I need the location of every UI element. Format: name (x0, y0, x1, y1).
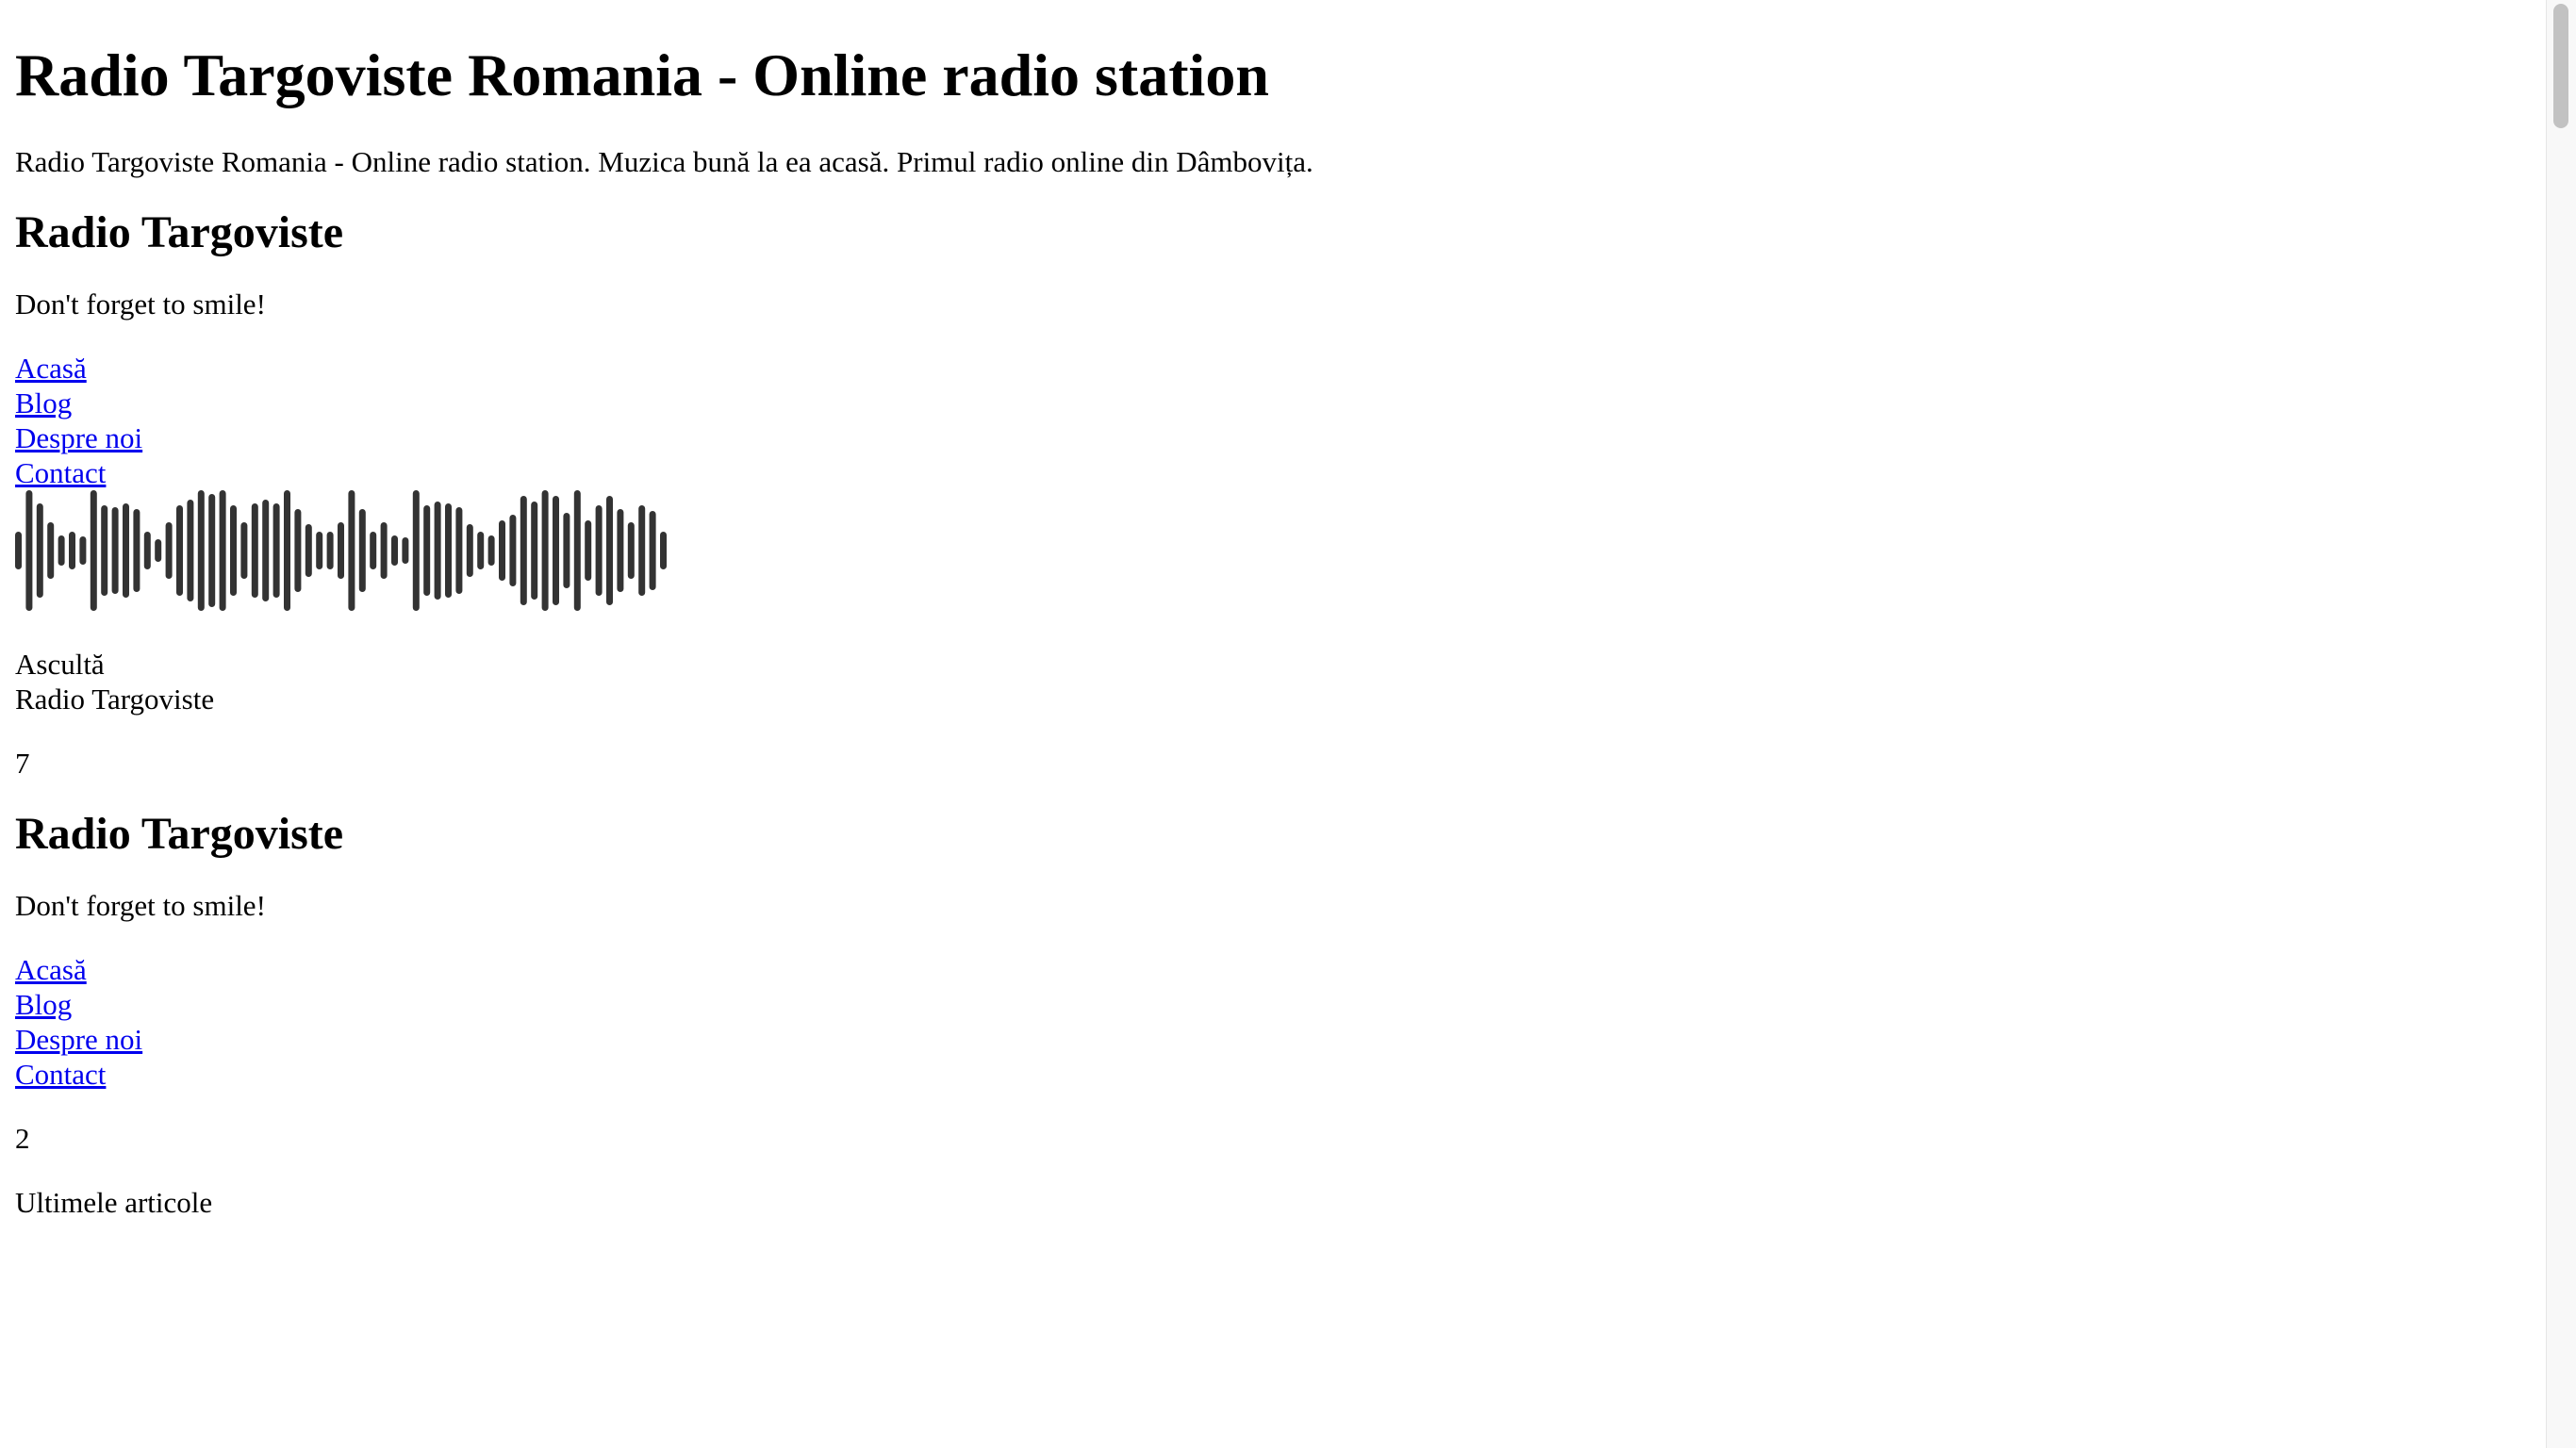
main-nav-1: Acasă Blog Despre noi Contact (15, 351, 2546, 490)
waveform-bar (423, 505, 431, 596)
waveform-bar (585, 520, 592, 581)
waveform-bar (305, 524, 312, 577)
waveform-bar (251, 503, 258, 598)
waveform-bar (284, 490, 290, 611)
listen-label: Ascultă (15, 648, 105, 681)
waveform-bar (262, 500, 270, 601)
latest-articles-label: Ultimele articole (15, 1186, 213, 1219)
waveform-bar (25, 490, 33, 611)
section-heading-1: Radio Targoviste (15, 207, 344, 257)
waveform-bar (553, 496, 559, 605)
site-title: Radio Targoviste Romania - Online radio … (15, 41, 1269, 108)
waveform-bar (348, 490, 355, 611)
waveform-bar (47, 522, 55, 579)
site-description: Radio Targoviste Romania - Online radio … (15, 145, 1313, 178)
waveform-bar (455, 507, 463, 594)
waveform-bar (165, 522, 173, 579)
nav-link-acasa[interactable]: Acasă (15, 952, 2546, 987)
nav-link-blog[interactable]: Blog (15, 386, 2546, 420)
tagline-2: Don't forget to smile! (15, 889, 266, 922)
waveform-bar (499, 520, 505, 581)
waveform-bar (208, 494, 216, 607)
waveform-bar (90, 490, 97, 611)
waveform-bar (58, 535, 65, 566)
waveform-bar (338, 522, 344, 579)
waveform-bar (101, 505, 108, 596)
waveform-bar (617, 509, 624, 592)
waveform-bar (434, 502, 441, 600)
waveform-bar (111, 507, 119, 594)
waveform-bar (595, 505, 603, 596)
waveform-bar (541, 490, 549, 611)
waveform-bar (69, 532, 75, 569)
waveform-bar (445, 503, 452, 598)
waveform-bar (326, 532, 334, 569)
waveform-bar (487, 535, 495, 566)
waveform-bar (358, 509, 366, 592)
section-heading-2: Radio Targoviste (15, 809, 344, 859)
count-badge-2: 2 (15, 1122, 30, 1155)
waveform-bar (294, 509, 302, 592)
waveform-bar (187, 500, 194, 601)
nav-link-despre-noi[interactable]: Despre noi (15, 420, 2546, 455)
waveform-bar (123, 503, 129, 598)
page-content: Radio Targoviste Romania - Online radio … (0, 0, 2546, 1220)
waveform-bar (573, 490, 581, 611)
count-badge-1: 7 (15, 747, 30, 780)
waveform-bar (477, 532, 485, 569)
vertical-scrollbar[interactable] (2546, 0, 2576, 1448)
nav-link-contact[interactable]: Contact (15, 455, 2546, 490)
waveform-bar (509, 515, 517, 586)
waveform-bar (155, 539, 162, 562)
waveform-bar (316, 532, 323, 569)
waveform-bar (272, 503, 280, 598)
waveform-bar (638, 505, 646, 596)
waveform-bar (531, 502, 538, 600)
waveform-bar (402, 537, 409, 564)
waveform-bar (660, 532, 667, 569)
page: Radio Targoviste Romania - Online radio … (0, 0, 2546, 1448)
nav-link-acasa[interactable]: Acasă (15, 351, 2546, 386)
waveform-bar (240, 522, 248, 579)
waveform-bar (143, 532, 151, 569)
waveform-bar (36, 503, 43, 598)
waveform-bar (197, 490, 205, 611)
waveform-bar (520, 496, 527, 605)
waveform-bar (606, 496, 613, 605)
tagline-1: Don't forget to smile! (15, 288, 266, 321)
waveform-bar (391, 535, 398, 566)
waveform-bar (230, 505, 237, 596)
waveform-bar (15, 532, 22, 569)
waveform-bar (563, 513, 570, 588)
waveform-bar (649, 511, 656, 590)
waveform-bar (380, 522, 388, 579)
nav-link-blog[interactable]: Blog (15, 987, 2546, 1022)
nav-link-despre-noi[interactable]: Despre noi (15, 1022, 2546, 1057)
nav-link-contact[interactable]: Contact (15, 1057, 2546, 1092)
waveform-bar (466, 524, 473, 577)
waveform-bar (219, 490, 226, 611)
waveform-bar (627, 522, 635, 579)
waveform-bar (133, 509, 140, 592)
waveform-bar (79, 536, 87, 565)
audio-waveform-icon (15, 490, 667, 611)
waveform-bar (370, 532, 377, 569)
waveform-bar (176, 505, 183, 596)
main-nav-2: Acasă Blog Despre noi Contact (15, 952, 2546, 1092)
waveform-bar (412, 490, 420, 611)
scrollbar-thumb[interactable] (2553, 4, 2568, 128)
station-name: Radio Targoviste (15, 683, 215, 716)
